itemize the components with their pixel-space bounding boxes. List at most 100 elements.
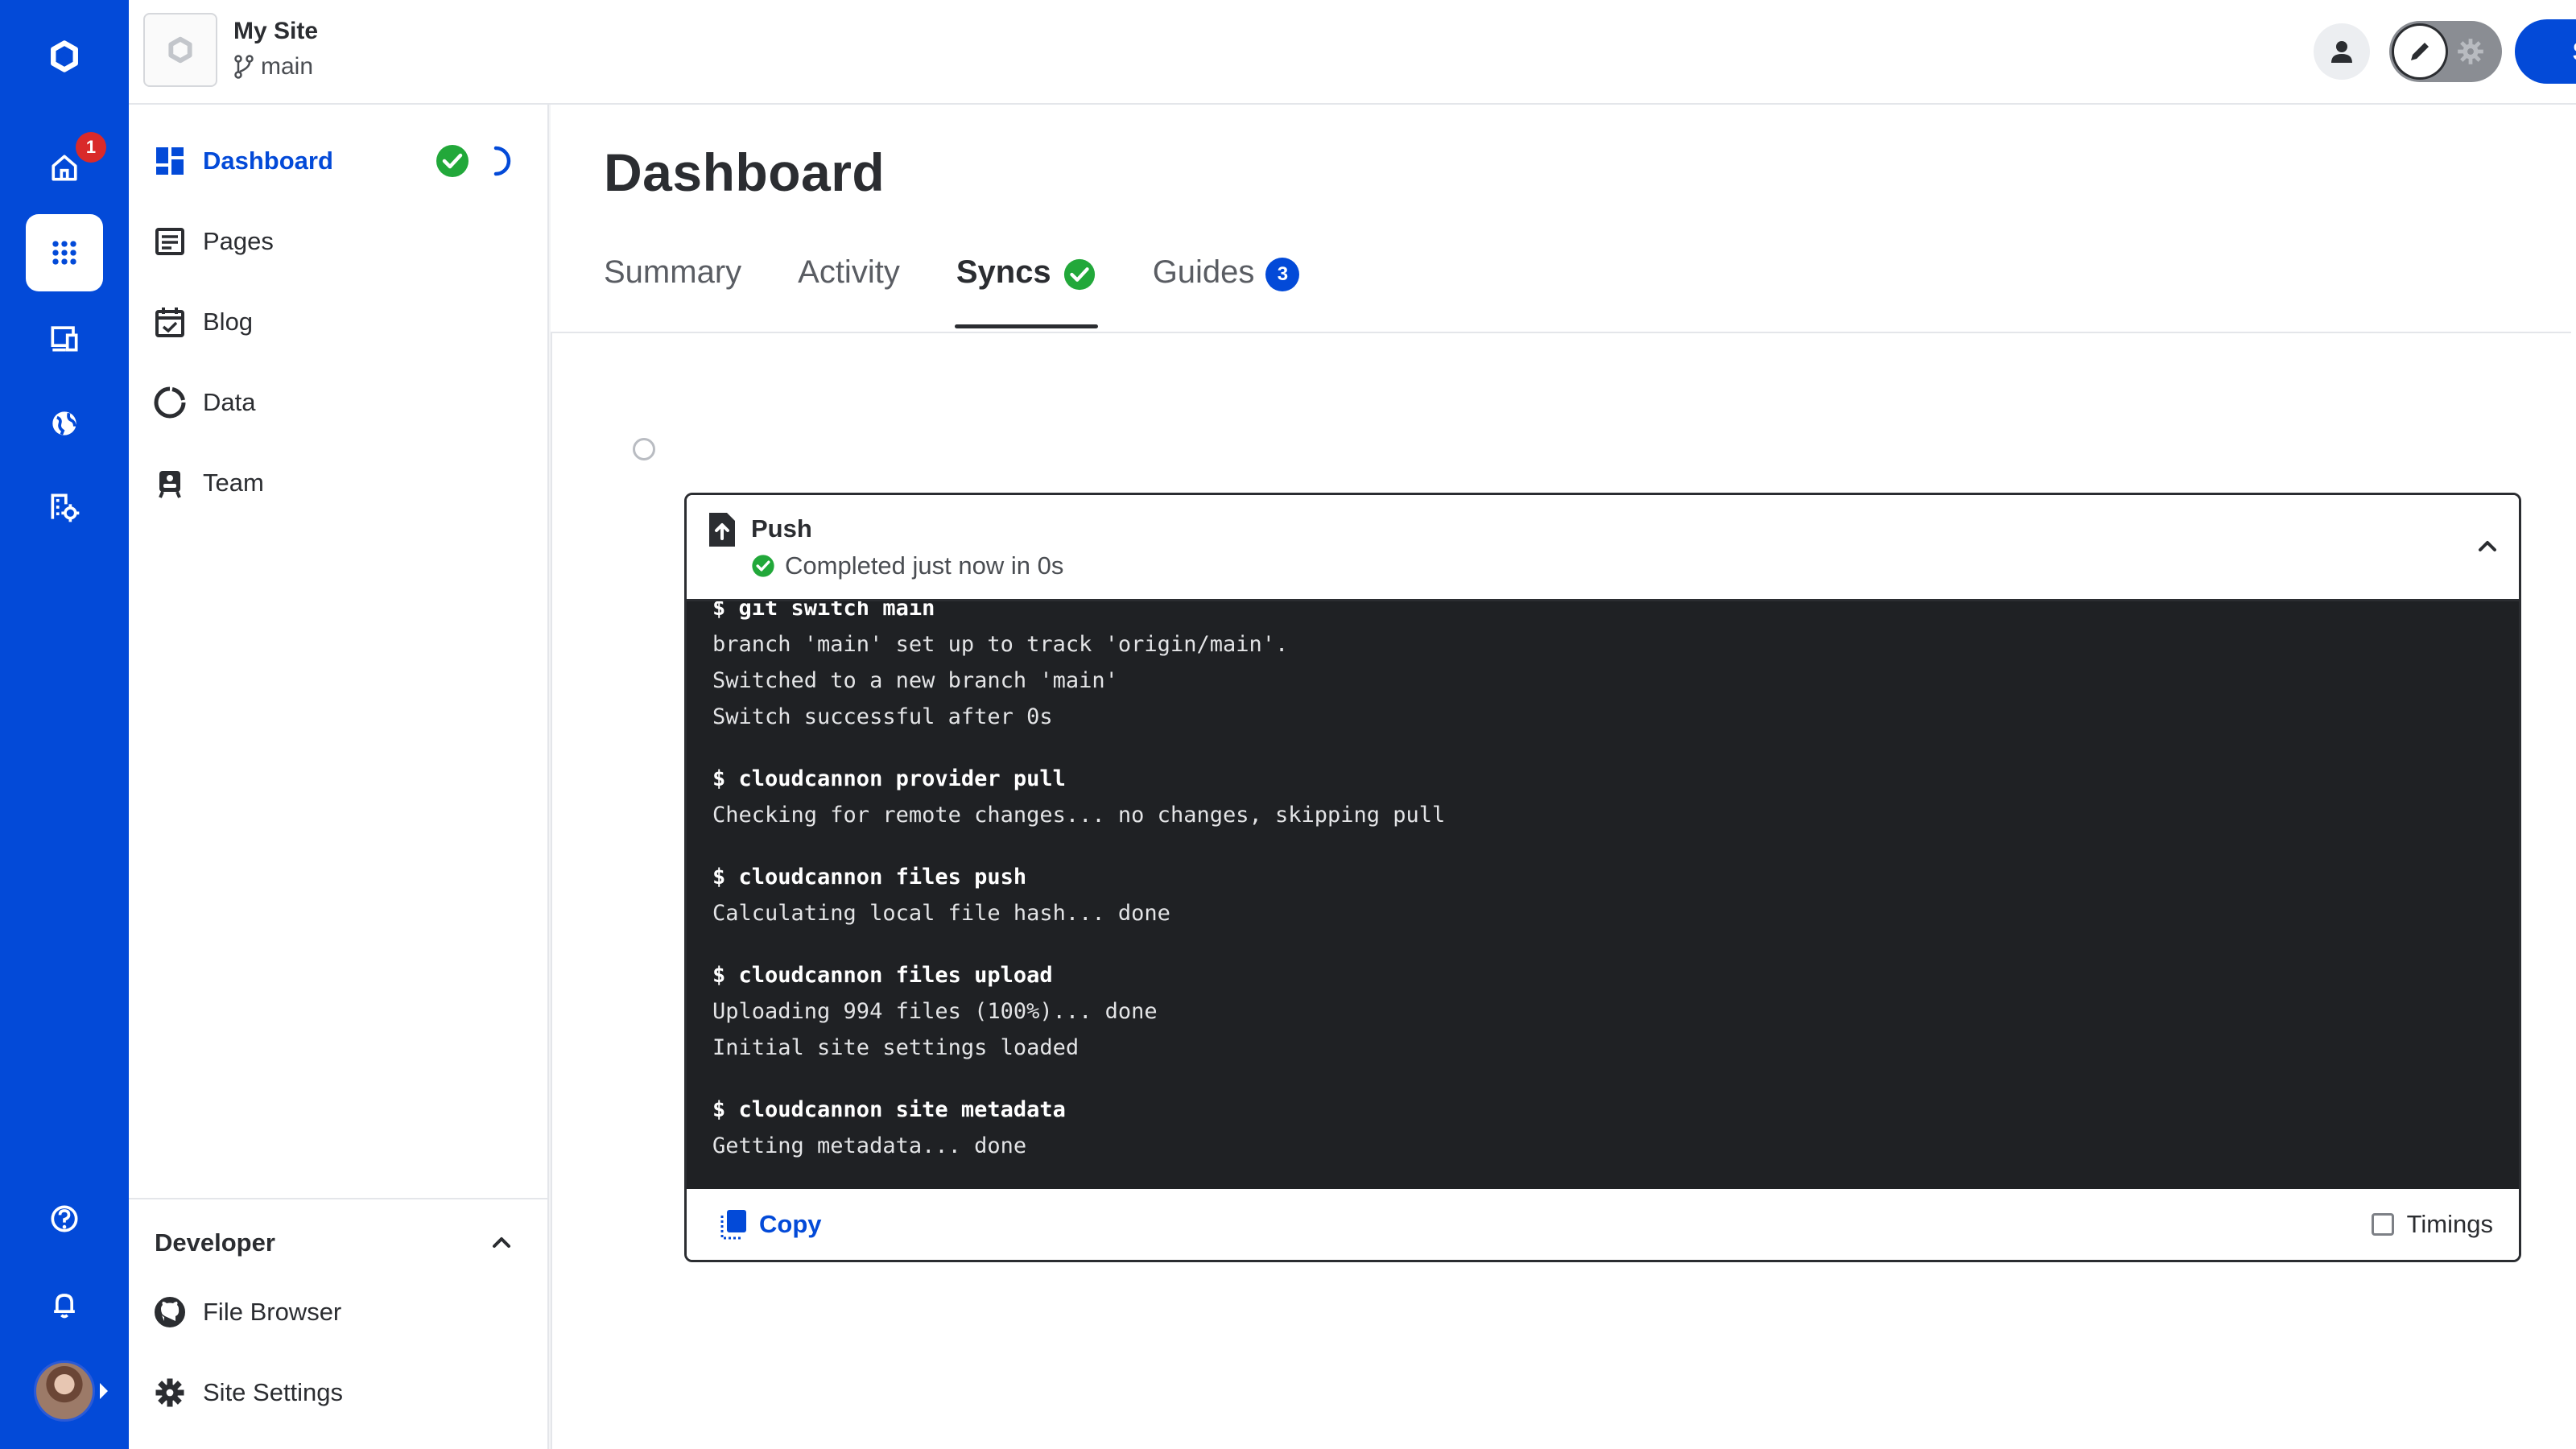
logo-icon [51, 40, 78, 72]
nav-item-label: Pages [203, 227, 274, 255]
person-icon [2331, 41, 2352, 63]
git-branch-icon [234, 55, 254, 79]
pencil-icon [2411, 43, 2429, 60]
log-lines: $ git switch main branch 'main' set up to… [712, 601, 1445, 1164]
nav-item-label: Blog [203, 308, 254, 336]
log-spacer [712, 735, 1445, 761]
rail-notifications-button[interactable] [26, 1265, 103, 1343]
log-command-line: $ cloudcannon files push [712, 865, 1027, 890]
sync-status-text: Completed just now in 0s [785, 551, 1064, 580]
site-nav-sidebar: Dashboard Pages Blog Data Team Developer… [129, 105, 549, 1449]
sync-status: Completed just now in 0s [751, 551, 1063, 580]
donut-chart-icon [154, 386, 186, 419]
nav-item-data[interactable]: Data [153, 378, 255, 427]
log-output-line: Switch successful after 0s [712, 704, 1053, 729]
guides-count-badge: 3 [1265, 258, 1300, 291]
edit-mode-toggle[interactable] [2389, 21, 2502, 82]
dashboard-icon [156, 147, 184, 175]
tab-label: Activity [798, 254, 900, 290]
log-command-line: $ cloudcannon files upload [712, 963, 1053, 988]
chevron-up-icon[interactable] [2474, 532, 2501, 559]
sync-success-icon [436, 145, 469, 177]
team-badge-icon [159, 471, 181, 498]
cloudcannon-logo[interactable] [26, 18, 103, 95]
rail-apps-button[interactable] [26, 214, 103, 291]
rail-devices-button[interactable] [26, 299, 103, 377]
main-content: Dashboard Summary Activity Syncs Guides … [551, 105, 2576, 1449]
tab-label: Syncs [956, 254, 1051, 290]
nav-item-file-browser[interactable]: File Browser [153, 1288, 341, 1336]
app-rail: 1 [0, 0, 129, 1449]
syncs-panel: Push Completed just now in 0s $ git swit… [551, 332, 2571, 1449]
nav-item-label: Dashboard [203, 147, 333, 175]
timings-toggle[interactable]: Timings [2371, 1210, 2493, 1239]
nav-item-label: Team [203, 469, 264, 497]
tab-activity[interactable]: Activity [798, 248, 900, 328]
log-output-line: Switched to a new branch 'main' [712, 668, 1118, 693]
log-spacer [712, 1066, 1445, 1092]
chevron-up-icon[interactable] [488, 1228, 515, 1256]
log-spacer [712, 931, 1445, 957]
branch-selector[interactable]: main [233, 53, 313, 80]
building-gear-icon [51, 493, 80, 522]
sync-title: Push [751, 514, 812, 543]
log-command-line: $ git switch main [712, 601, 935, 621]
tab-label: Summary [604, 254, 742, 290]
site-name[interactable]: My Site [233, 18, 318, 45]
developer-section: Developer File Browser Site Settings [129, 1198, 547, 1449]
success-check-icon [1063, 258, 1095, 291]
nav-item-pages[interactable]: Pages [153, 217, 274, 266]
sync-card-footer: Copy Timings [687, 1189, 2519, 1260]
copy-icon [720, 1210, 746, 1240]
page-title: Dashboard [604, 142, 886, 202]
pages-icon [155, 228, 184, 255]
copy-label: Copy [759, 1210, 822, 1238]
sync-card-header[interactable]: Push Completed just now in 0s [687, 495, 2519, 601]
home-notification-badge: 1 [76, 132, 106, 163]
log-output-line: Uploading 994 files (100%)... done [712, 999, 1158, 1024]
save-button[interactable]: Save [2515, 19, 2576, 84]
gear-icon [2458, 39, 2483, 64]
help-icon [51, 1205, 78, 1232]
tab-syncs[interactable]: Syncs [954, 248, 1098, 328]
nav-item-label: Site Settings [203, 1378, 344, 1406]
dashboard-tabs: Summary Activity Syncs Guides 3 [604, 248, 1356, 328]
edit-mode-knob [2394, 26, 2446, 77]
timings-label: Timings [2406, 1210, 2493, 1238]
log-output-line: Calculating local file hash... done [712, 901, 1170, 926]
site-placeholder-icon [168, 36, 192, 64]
user-avatar[interactable] [34, 1360, 95, 1422]
rail-help-button[interactable] [26, 1180, 103, 1257]
sync-card: Push Completed just now in 0s $ git swit… [684, 493, 2521, 1262]
apps-grid-icon [52, 241, 76, 265]
calendar-check-icon [155, 308, 184, 337]
file-upload-icon [709, 513, 735, 547]
log-output-line: Checking for remote changes... no change… [712, 803, 1446, 828]
gear-icon [155, 1378, 184, 1407]
nav-item-blog[interactable]: Blog [153, 298, 253, 346]
tab-guides[interactable]: Guides 3 [1153, 248, 1300, 328]
tab-label: Guides [1152, 254, 1255, 290]
rail-org-settings-button[interactable] [26, 469, 103, 546]
loading-spinner-icon [493, 146, 511, 176]
devices-icon [51, 326, 78, 352]
rail-globe-button[interactable] [26, 385, 103, 462]
developer-section-title[interactable]: Developer [155, 1228, 275, 1257]
site-thumbnail[interactable] [143, 13, 217, 87]
nav-item-label: Data [203, 388, 256, 416]
tab-summary[interactable]: Summary [604, 248, 741, 328]
nav-item-team[interactable]: Team [153, 459, 264, 507]
github-icon [155, 1297, 185, 1327]
copy-log-button[interactable]: Copy [717, 1208, 822, 1241]
log-command-line: $ cloudcannon site metadata [712, 1097, 1066, 1122]
log-output-line: Getting metadata... done [712, 1133, 1027, 1158]
nav-item-dashboard[interactable]: Dashboard [153, 137, 333, 185]
timings-checkbox[interactable] [2371, 1213, 2394, 1236]
nav-item-label: File Browser [203, 1298, 342, 1326]
sync-log-console[interactable]: $ git switch main branch 'main' set up to… [687, 601, 2519, 1189]
nav-item-site-settings[interactable]: Site Settings [153, 1368, 343, 1417]
account-button[interactable] [2314, 23, 2370, 80]
log-output-line: branch 'main' set up to track 'origin/ma… [712, 632, 1289, 657]
log-spacer [712, 833, 1445, 859]
home-icon [52, 155, 77, 181]
